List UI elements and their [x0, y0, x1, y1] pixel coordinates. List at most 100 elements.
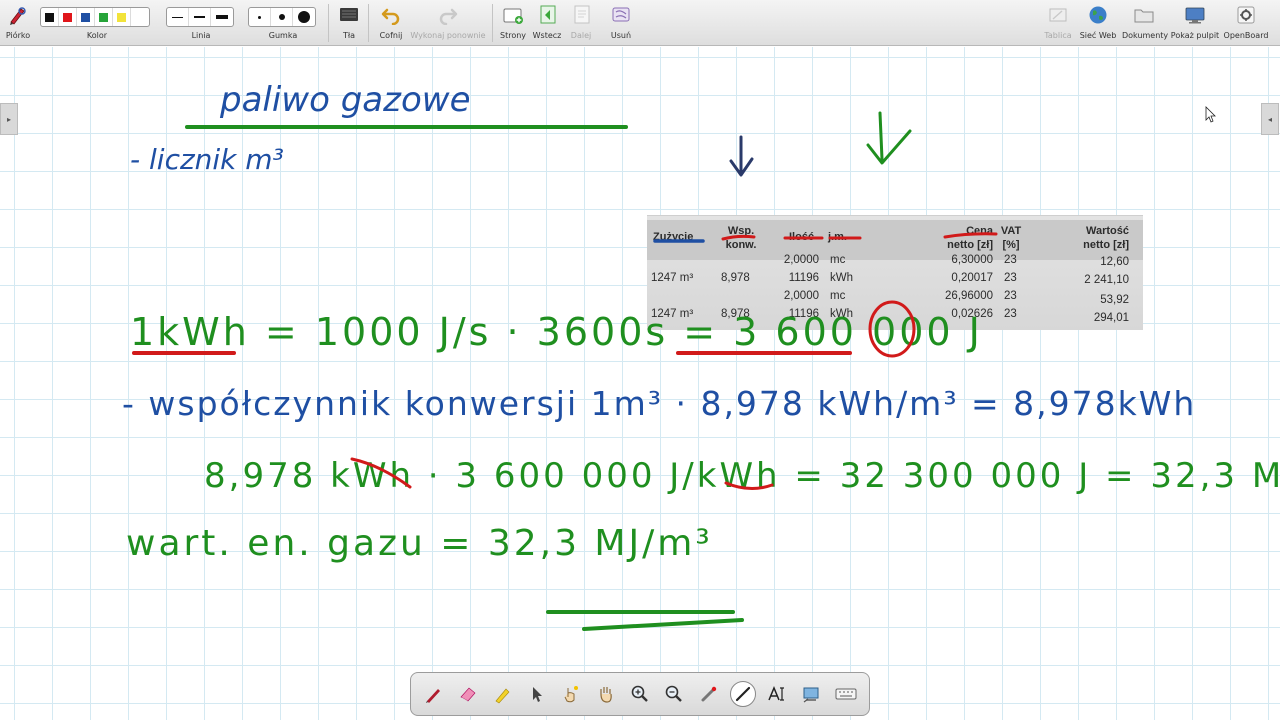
- conversion-factor-note: - współczynnik konwersji 1m³ · 8,978 kWh…: [122, 384, 1196, 423]
- laser-pointer-icon: [701, 686, 716, 702]
- color-swatch-yellow[interactable]: [113, 8, 131, 26]
- undo-icon: [381, 8, 400, 25]
- color-label: Kolor: [86, 31, 108, 40]
- selector-tool-icon: [533, 687, 543, 702]
- color-selector: [40, 7, 150, 27]
- background-icon: [340, 8, 358, 21]
- pen-label: Piórko: [5, 31, 31, 40]
- capture-tool-icon: [803, 687, 819, 703]
- background-button[interactable]: Tła: [334, 0, 364, 46]
- line-thin-option[interactable]: [167, 8, 189, 26]
- capture-tool-button[interactable]: [798, 681, 824, 707]
- eraser-medium-option[interactable]: [271, 8, 293, 26]
- show-desktop-button[interactable]: Pokaż pulpit: [1170, 0, 1220, 46]
- zoom-out-icon: [665, 685, 683, 702]
- result-underline-2: [582, 618, 744, 631]
- eraser-large-option[interactable]: [293, 8, 315, 26]
- board-button[interactable]: Tablica: [1042, 0, 1074, 46]
- color-swatch-black[interactable]: [41, 8, 59, 26]
- highlighter-tool-icon: [495, 688, 510, 704]
- arrow-down-icon: [729, 135, 754, 177]
- next-button[interactable]: Dalej: [564, 0, 598, 46]
- desktop-label: Pokaż pulpit: [1170, 31, 1220, 40]
- line-label: Linia: [191, 31, 211, 40]
- line-medium-option[interactable]: [189, 8, 211, 26]
- text-tool-icon: [768, 686, 785, 701]
- laser-pointer-button[interactable]: [696, 681, 722, 707]
- line-tool-button[interactable]: [729, 681, 756, 707]
- board-label: Tablica: [1044, 31, 1072, 40]
- underline-factor: [721, 234, 756, 241]
- toolbar-divider: [492, 4, 493, 42]
- delete-label: Usuń: [610, 31, 632, 40]
- next-label: Dalej: [570, 31, 592, 40]
- equation-kwh-to-joule: 1kWh = 1000 J/s · 3600s = 3 600 000 J: [130, 310, 983, 354]
- folder-icon: [1134, 9, 1154, 23]
- add-page-icon: [503, 8, 523, 24]
- undo-button[interactable]: Cofnij: [374, 0, 408, 46]
- color-swatch-green[interactable]: [95, 8, 113, 26]
- next-page-icon: [574, 5, 590, 24]
- hand-tool-button[interactable]: [593, 681, 619, 707]
- color-swatch-empty[interactable]: [131, 8, 149, 26]
- pen-tool-button[interactable]: [421, 681, 447, 707]
- undo-label: Cofnij: [379, 31, 403, 40]
- documents-button[interactable]: Dokumenty: [1122, 0, 1169, 46]
- gear-icon: [1237, 6, 1255, 24]
- line-width-selector: [166, 7, 234, 27]
- line-tool-icon: [735, 686, 750, 702]
- gas-energy-value: wart. en. gazu = 32,3 MJ/m³: [126, 523, 713, 564]
- svg-text:paliwo gazowe: paliwo gazowe: [219, 80, 471, 120]
- zoom-out-button[interactable]: [661, 681, 687, 707]
- openboard-menu-button[interactable]: OpenBoard: [1222, 0, 1270, 46]
- redo-button[interactable]: Wykonaj ponownie: [408, 0, 488, 46]
- zoom-in-button[interactable]: [627, 681, 653, 707]
- monitor-icon: [1185, 7, 1205, 24]
- eraser-small-option[interactable]: [249, 8, 271, 26]
- back-button[interactable]: Wstecz: [530, 0, 564, 46]
- eraser-tool-icon: [460, 687, 476, 702]
- interact-tool-button[interactable]: [558, 681, 584, 707]
- ink-layer: paliwo gazowe - licznik m³ 1kWh = 1000 J…: [122, 80, 1280, 631]
- line-thick-option[interactable]: [211, 8, 233, 26]
- globe-icon: [1089, 6, 1107, 24]
- erase-page-icon: [612, 7, 630, 22]
- underline-price: [943, 232, 998, 239]
- color-group: Kolor: [40, 0, 154, 46]
- selector-tool-button[interactable]: [524, 681, 550, 707]
- color-swatch-blue[interactable]: [77, 8, 95, 26]
- background-label: Tła: [342, 31, 356, 40]
- highlighter-tool-button[interactable]: [490, 681, 516, 707]
- eraser-tool-button[interactable]: [455, 681, 481, 707]
- web-button[interactable]: Sieć Web: [1078, 0, 1118, 46]
- top-toolbar: Piórko Kolor Linia Gumka Tła Cofnij Wyko…: [0, 0, 1280, 46]
- zoom-in-icon: [631, 685, 648, 702]
- pen-icon: [10, 7, 26, 25]
- arrow-down-icon: [866, 111, 912, 165]
- pages-button[interactable]: Strony: [496, 0, 530, 46]
- meter-note: - licznik m³: [130, 143, 284, 176]
- line-group: Linia: [166, 0, 236, 46]
- eraser-label: Gumka: [268, 31, 298, 40]
- board-icon: [1049, 8, 1067, 22]
- text-tool-button[interactable]: [764, 681, 790, 707]
- back-page-icon: [540, 5, 556, 24]
- keyboard-icon: [835, 688, 857, 700]
- mouse-cursor-icon: [1205, 106, 1216, 123]
- keyboard-button[interactable]: [833, 681, 859, 707]
- openboard-label: OpenBoard: [1223, 31, 1269, 40]
- eraser-size-selector: [248, 7, 316, 27]
- pages-label: Strony: [499, 31, 527, 40]
- redo-icon: [439, 8, 458, 25]
- delete-button[interactable]: Usuń: [604, 0, 638, 46]
- pen-button[interactable]: Piórko: [2, 0, 34, 46]
- documents-label: Dokumenty: [1122, 31, 1169, 40]
- back-label: Wstecz: [532, 31, 562, 40]
- color-swatch-red[interactable]: [59, 8, 77, 26]
- tool-palette: [410, 672, 870, 716]
- interact-tool-icon: [564, 686, 579, 703]
- web-label: Sieć Web: [1079, 31, 1117, 40]
- whiteboard-canvas[interactable]: ▸ ◂ Zużycie Wsp. konw. Ilość j.m. Cena n…: [0, 47, 1280, 720]
- pen-tool-icon: [426, 689, 441, 703]
- title-text: paliwo gazowe: [185, 80, 628, 129]
